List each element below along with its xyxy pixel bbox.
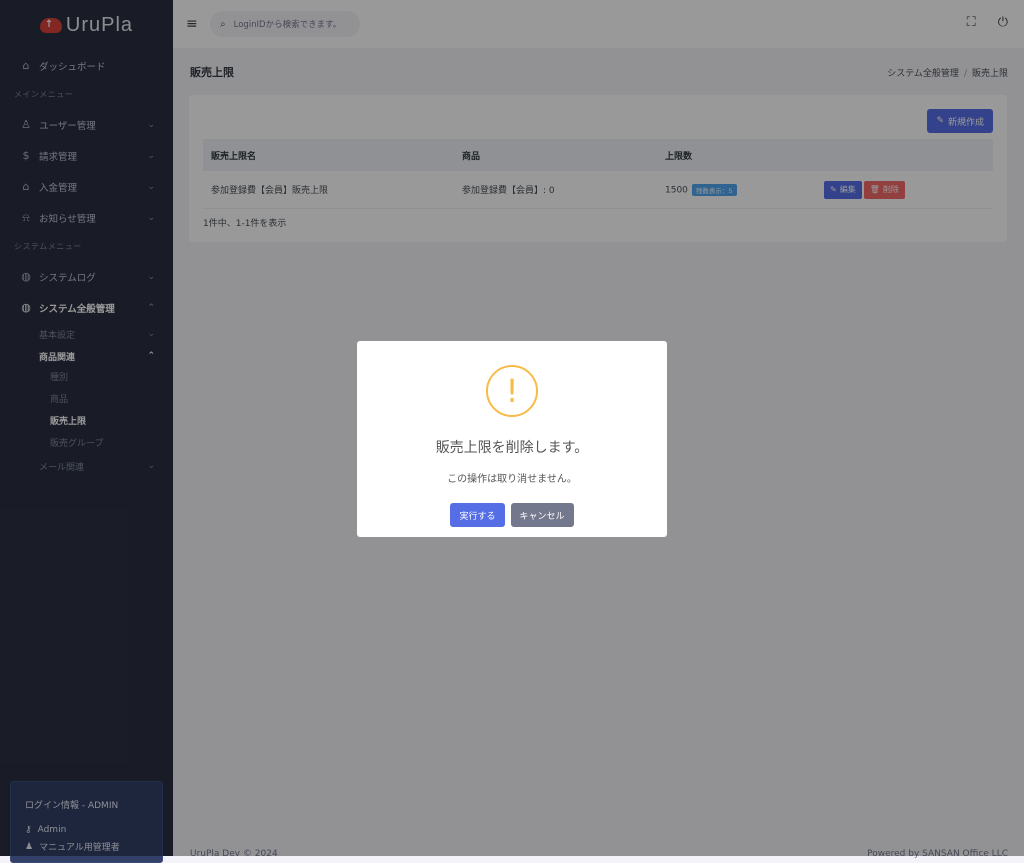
cancel-button[interactable]: キャンセル: [510, 503, 574, 527]
dialog-text: この操作は取り消せません。: [447, 474, 577, 485]
warning-icon: !: [486, 365, 538, 417]
dialog-actions: 実行する キャンセル: [357, 503, 667, 527]
dialog-title: 販売上限を削除します。: [435, 440, 589, 456]
confirm-button[interactable]: 実行する: [450, 503, 505, 527]
confirm-dialog: ! 販売上限を削除します。 この操作は取り消せません。 実行する キャンセル: [357, 341, 667, 537]
